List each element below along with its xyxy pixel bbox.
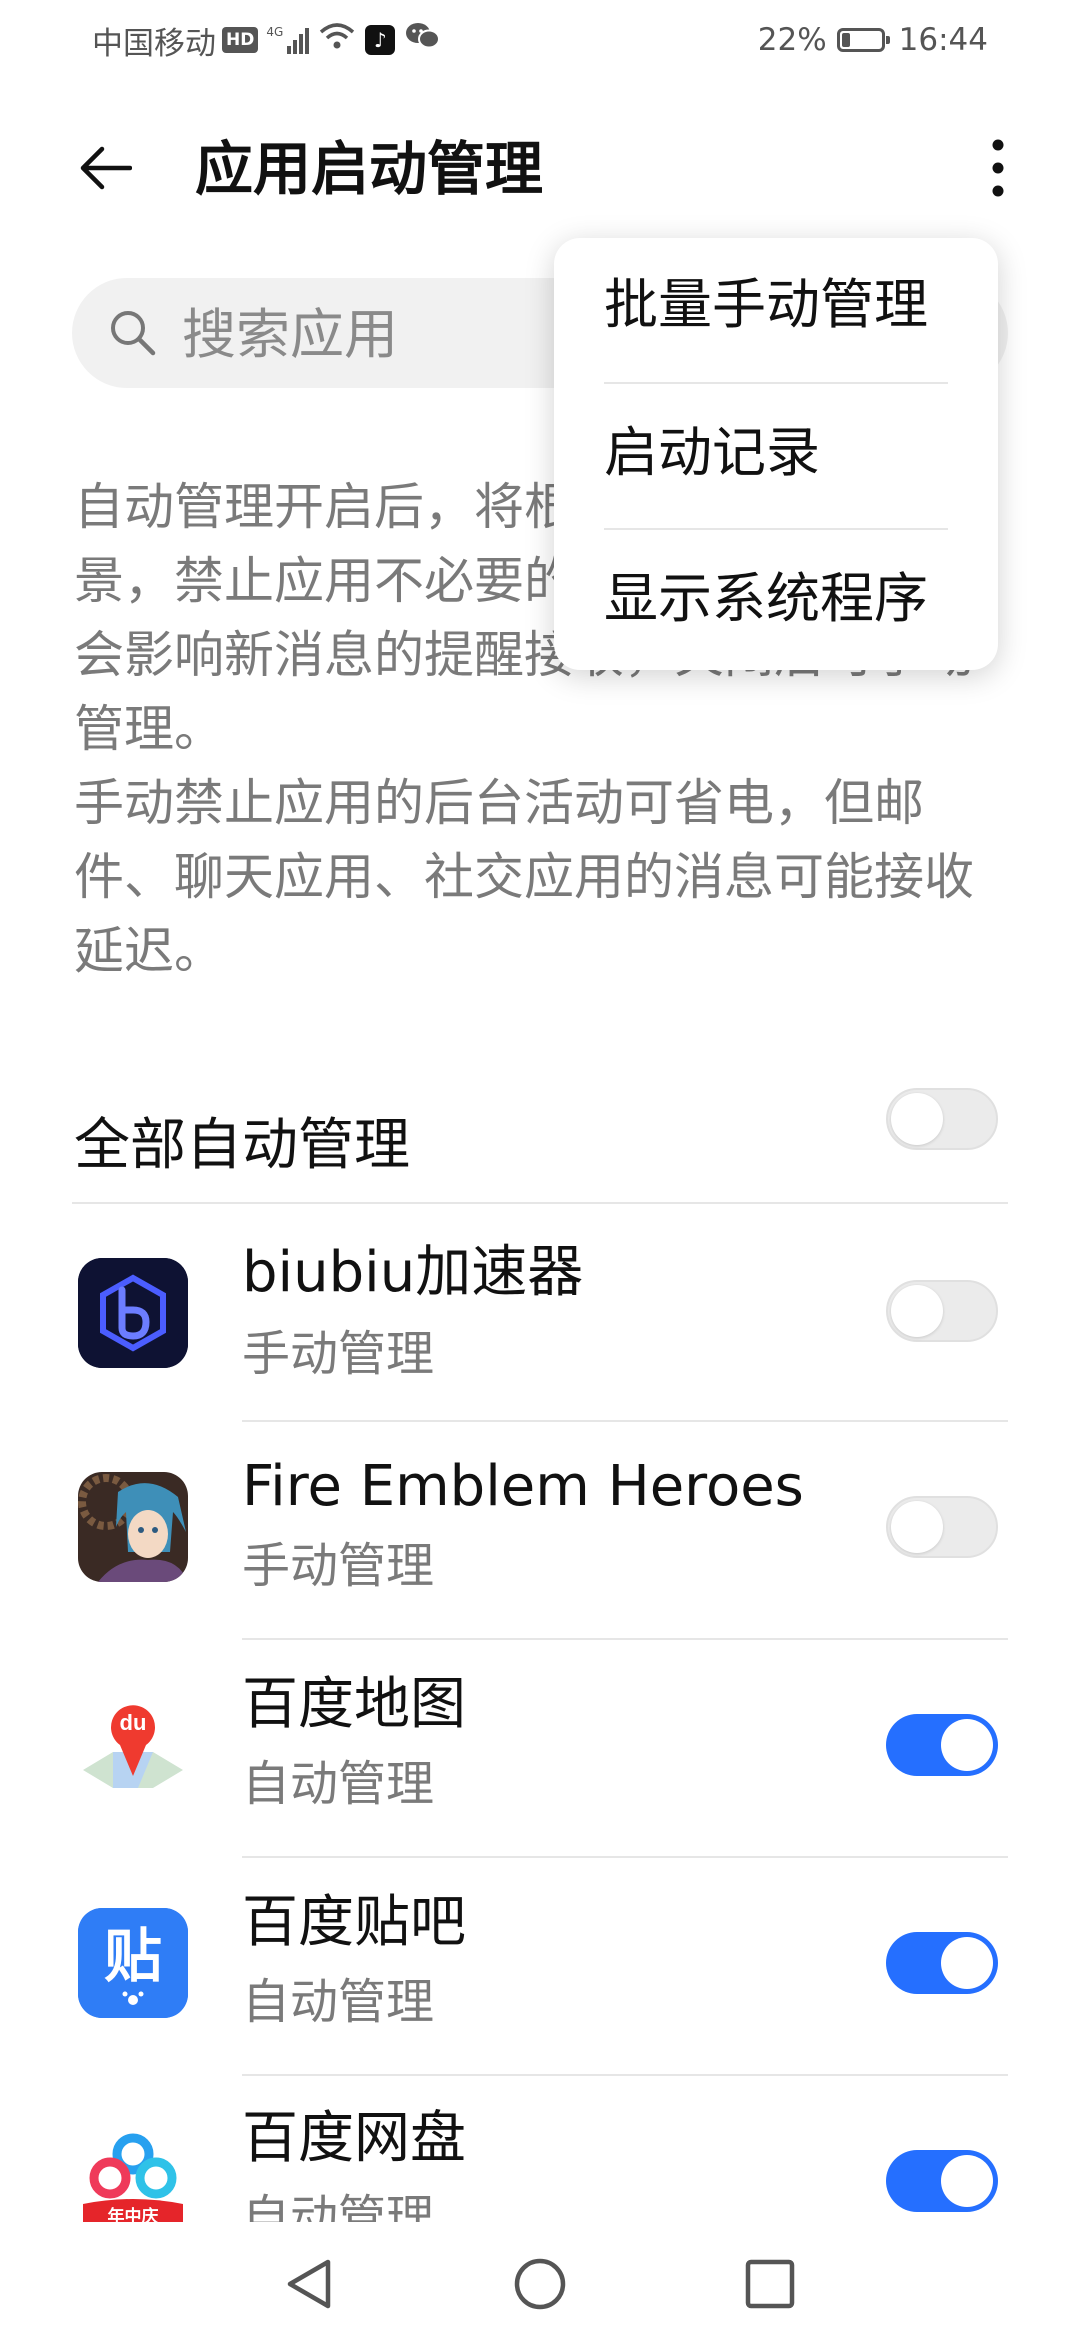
app-name: 百度地图: [242, 1672, 466, 1737]
status-left: 中国移动 HD 4G ♪: [92, 18, 441, 62]
app-row-fire-emblem-heroes[interactable]: Fire Emblem Heroes 手动管理: [0, 1422, 1080, 1638]
status-right: 22% 16:44: [758, 18, 988, 62]
baidu-netdisk-badge-label: 年中庆: [108, 2206, 159, 2222]
app-row-baidu-netdisk[interactable]: 年中庆 百度网盘 自动管理: [0, 2076, 1080, 2222]
menu-item-batch-manual[interactable]: 批量手动管理: [604, 272, 928, 338]
app-status: 手动管理: [242, 1326, 435, 1382]
app-toggle-baidu-tieba[interactable]: [886, 1932, 998, 1994]
signal-icon: 4G: [266, 25, 310, 54]
menu-divider: [604, 528, 948, 530]
app-row-biubiu[interactable]: biubiu加速器 手动管理: [0, 1204, 1080, 1420]
biubiu-icon: [78, 1258, 188, 1368]
battery-percent: 22%: [757, 22, 827, 58]
menu-item-launch-records[interactable]: 启动记录: [604, 420, 820, 486]
wechat-icon: [405, 21, 441, 59]
baidu-map-icon: du: [78, 1690, 188, 1800]
triangle-back-icon: [287, 2259, 331, 2309]
search-icon: [108, 308, 158, 362]
baidu-tieba-icon: 贴: [78, 1908, 188, 2018]
app-name: Fire Emblem Heroes: [242, 1454, 804, 1519]
app-toggle-biubiu[interactable]: [886, 1280, 998, 1342]
app-name: 百度网盘: [242, 2106, 466, 2171]
app-name: 百度贴吧: [242, 1890, 466, 1955]
battery-level-fill: [841, 33, 850, 47]
app-toggle-fire-emblem-heroes[interactable]: [886, 1496, 998, 1558]
all-auto-manage-row[interactable]: 全部自动管理: [74, 1072, 1008, 1202]
nav-home-button[interactable]: [504, 2248, 576, 2320]
status-bar: 中国移动 HD 4G ♪ 22% 16:44: [0, 0, 1080, 80]
app-status: 自动管理: [242, 1974, 435, 2030]
app-toggle-baidu-netdisk[interactable]: [886, 2150, 998, 2212]
app-name: biubiu加速器: [242, 1240, 584, 1305]
square-recents-icon: [745, 2259, 795, 2309]
all-auto-manage-toggle[interactable]: [886, 1088, 998, 1150]
page-title: 应用启动管理: [195, 135, 544, 203]
app-status: 自动管理: [242, 1756, 435, 1812]
app-row-baidu-map[interactable]: du 百度地图 自动管理: [0, 1640, 1080, 1856]
carrier-label: 中国移动: [92, 25, 216, 62]
menu-item-show-system-apps[interactable]: 显示系统程序: [604, 566, 928, 632]
app-row-baidu-tieba[interactable]: 贴 百度贴吧 自动管理: [0, 1858, 1080, 2074]
app-toggle-baidu-map[interactable]: [886, 1714, 998, 1776]
network-type-label: 4G: [266, 25, 284, 39]
baidu-netdisk-icon: 年中庆: [78, 2126, 188, 2222]
app-status: 手动管理: [242, 1538, 435, 1594]
battery-icon: [836, 28, 890, 52]
description-paragraph-2: 手动禁止应用的后台活动可省电，但邮件、聊天应用、社交应用的消息可能接收延迟。: [74, 774, 974, 980]
app-status: 自动管理: [242, 2190, 435, 2222]
tiktok-icon: ♪: [365, 25, 396, 55]
clock: 16:44: [898, 22, 988, 58]
baidu-tieba-tie-label: 贴: [104, 1922, 162, 1990]
navigation-bar: [0, 2222, 1080, 2340]
menu-divider: [604, 382, 948, 384]
app-bar: 应用启动管理: [0, 100, 1080, 236]
wifi-icon: [319, 22, 355, 58]
overflow-menu: 批量手动管理 启动记录 显示系统程序: [554, 238, 998, 670]
hd-icon: HD: [222, 27, 259, 53]
all-auto-manage-label: 全部自动管理: [74, 1113, 410, 1178]
back-arrow-icon: [80, 146, 132, 190]
more-vertical-icon: [992, 139, 1004, 197]
nav-recents-button[interactable]: [734, 2248, 806, 2320]
fire-emblem-heroes-icon: [78, 1472, 188, 1582]
back-button[interactable]: [70, 132, 142, 204]
baidu-map-du-label: du: [120, 1710, 147, 1735]
more-options-button[interactable]: [962, 130, 1034, 206]
circle-home-icon: [514, 2258, 566, 2310]
nav-back-button[interactable]: [274, 2248, 346, 2320]
